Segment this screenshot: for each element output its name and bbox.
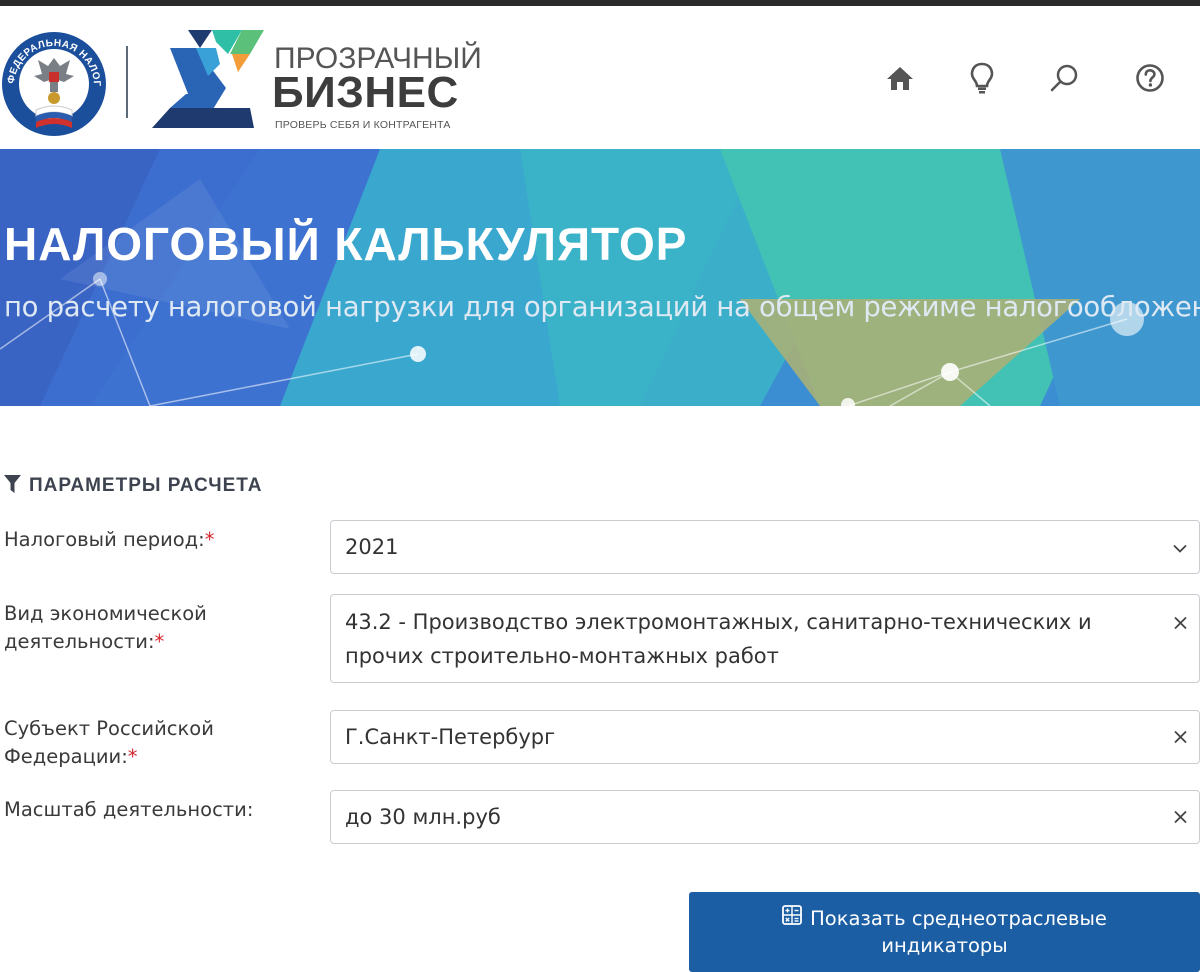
tax-period-label: Налоговый период:* [4,526,214,554]
lightbulb-icon[interactable] [962,58,1002,98]
transparent-business-logo-mark[interactable] [150,24,268,132]
region-label-line1: Субъект Российской [4,717,214,740]
home-icon[interactable] [880,58,920,98]
activity-type-label: Вид экономической деятельности:* [4,600,207,656]
params-section-title: ПАРАМЕТРЫ РАСЧЕТА [29,475,263,496]
filter-icon [4,475,21,497]
logo-title-line2: БИЗНЕС [272,68,459,117]
scale-select[interactable]: до 30 млн.руб [330,790,1200,844]
region-value: Г.Санкт-Петербург [345,725,556,749]
banner-background [0,149,1200,406]
show-indicators-label-line2: индикаторы [881,934,1008,957]
fns-emblem-logo[interactable]: ФЕДЕРАЛЬНАЯ НАЛОГОВАЯ СЛУЖБА [0,28,108,140]
required-marker: * [204,528,215,551]
clear-icon[interactable] [1174,725,1187,750]
logo-tagline: ПРОВЕРЬ СЕБЯ И КОНТРАГЕНТА [275,119,451,131]
tax-period-select[interactable]: 2021 [330,520,1200,574]
scale-label: Масштаб деятельности: [4,796,253,824]
region-select[interactable]: Г.Санкт-Петербург [330,710,1200,764]
scale-label-text: Масштаб деятельности: [4,798,254,821]
tax-period-label-text: Налоговый период: [4,528,205,551]
tax-period-value: 2021 [345,535,399,559]
clear-icon[interactable] [1174,805,1187,830]
activity-type-value-line1: 43.2 - Производство электромонтажных, са… [345,610,1092,634]
help-icon[interactable] [1130,58,1170,98]
site-header: ФЕДЕРАЛЬНАЯ НАЛОГОВАЯ СЛУЖБА ПРОЗРАЧНЫЙ … [0,6,1200,149]
region-label: Субъект Российской Федерации:* [4,715,214,771]
params-section-header: ПАРАМЕТРЫ РАСЧЕТА [4,475,262,497]
activity-type-value-line2: прочих строительно-монтажных работ [345,644,779,668]
show-indicators-label-line1: Показать среднеотраслевые [810,907,1107,930]
scale-value: до 30 млн.руб [345,805,501,829]
page-subtitle: по расчету налоговой нагрузки для органи… [4,291,1200,323]
hero-banner: НАЛОГОВЫЙ КАЛЬКУЛЯТОР по расчету налогов… [0,149,1200,406]
region-label-line2: Федерации: [4,745,128,768]
activity-type-label-line2: деятельности: [4,630,155,653]
clear-icon[interactable] [1174,611,1187,636]
required-marker: * [154,630,165,653]
show-indicators-button[interactable]: Показать среднеотраслевые индикаторы [689,892,1200,972]
required-marker: * [127,745,138,768]
chevron-down-icon[interactable] [1173,535,1187,560]
search-icon[interactable] [1044,58,1084,98]
activity-type-select[interactable]: 43.2 - Производство электромонтажных, са… [330,594,1200,683]
page-title: НАЛОГОВЫЙ КАЛЬКУЛЯТОР [4,218,688,270]
calculator-icon [782,905,803,932]
activity-type-label-line1: Вид экономической [4,602,207,625]
header-divider [126,46,128,118]
